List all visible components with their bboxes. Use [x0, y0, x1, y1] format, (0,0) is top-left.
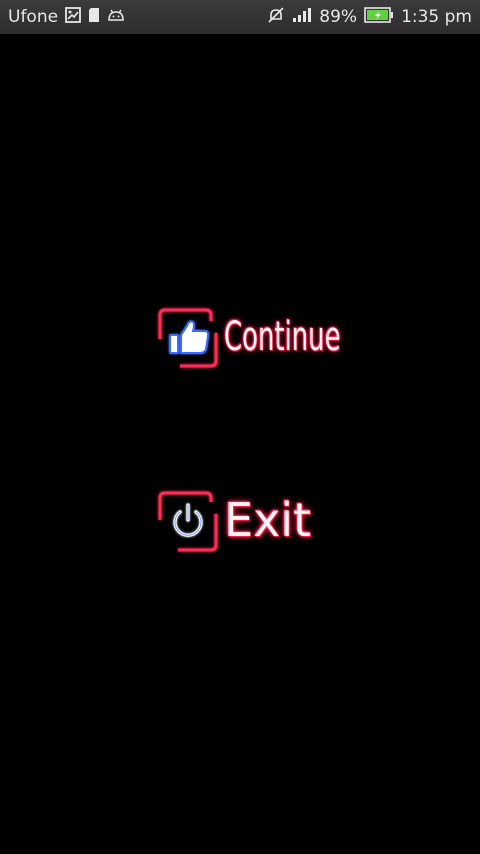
mute-icon: [267, 6, 285, 29]
carrier-name: Ufone: [8, 7, 59, 27]
sd-card-icon: [88, 7, 100, 28]
game-menu-screen: Ufone 89% 1:35 pm Continue Exit: [0, 0, 480, 854]
status-bar-left: Ufone: [8, 0, 132, 34]
clock: 1:35 pm: [401, 7, 472, 27]
power-icon: [158, 491, 218, 552]
battery-percent: 89%: [319, 7, 358, 27]
thumbs-up-icon: [158, 308, 218, 368]
status-bar: Ufone 89% 1:35 pm: [0, 0, 480, 34]
gallery-icon: [65, 6, 81, 28]
continue-button[interactable]: Continue: [156, 305, 386, 369]
continue-label: Continue: [224, 314, 341, 360]
status-bar-right: 89% 1:35 pm: [267, 0, 472, 34]
battery-charging-icon: [364, 6, 394, 28]
exit-label: Exit: [224, 493, 312, 547]
exit-button[interactable]: Exit: [156, 488, 311, 552]
continue-icon-frame: [156, 305, 218, 369]
exit-icon-frame: [156, 488, 218, 552]
signal-icon: [292, 7, 312, 28]
android-debug-icon: [107, 7, 125, 27]
